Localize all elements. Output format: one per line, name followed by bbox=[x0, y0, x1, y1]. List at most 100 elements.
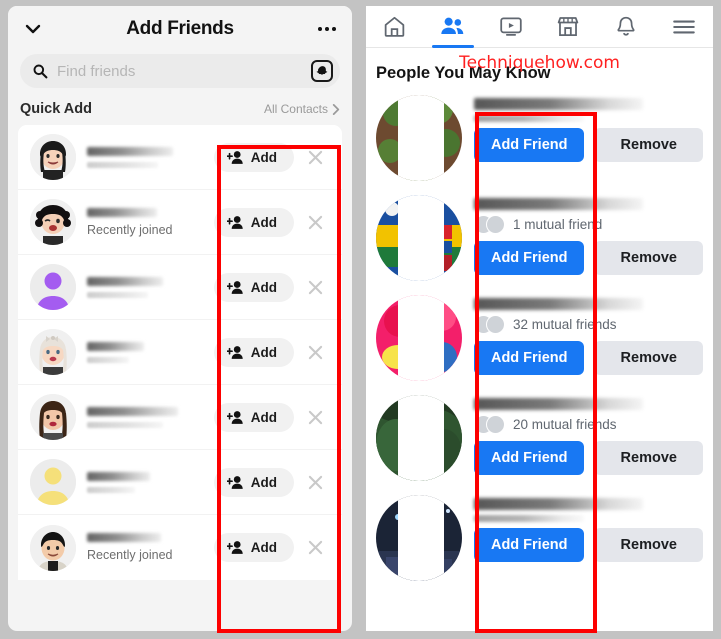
mutual-friends-text: 32 mutual friends bbox=[513, 317, 617, 332]
facebook-navbar bbox=[366, 6, 713, 48]
close-icon[interactable] bbox=[298, 465, 332, 499]
row-subnote: Recently joined bbox=[87, 548, 173, 562]
person-suggestion-card: Add Friend Remove bbox=[366, 89, 713, 189]
quick-add-label: Quick Add bbox=[20, 101, 92, 117]
profile-photo[interactable] bbox=[376, 395, 462, 481]
all-contacts-link[interactable]: All Contacts bbox=[264, 102, 340, 116]
redacted-person-name bbox=[474, 298, 644, 310]
row-meta bbox=[76, 406, 214, 428]
card-actions: Add Friend Remove bbox=[474, 241, 703, 275]
nav-home[interactable] bbox=[366, 6, 424, 47]
close-icon[interactable] bbox=[298, 270, 332, 304]
profile-photo[interactable] bbox=[376, 495, 462, 581]
close-icon[interactable] bbox=[298, 400, 332, 434]
avatar bbox=[30, 329, 76, 375]
snapchat-screen: Add Friends Find friends Quick Add All C… bbox=[8, 6, 352, 631]
add-friend-button[interactable]: Add Friend bbox=[474, 128, 585, 162]
quick-add-row[interactable]: Add bbox=[18, 320, 342, 385]
row-meta bbox=[76, 341, 214, 363]
remove-button[interactable]: Remove bbox=[594, 441, 703, 475]
add-button[interactable]: Add bbox=[213, 207, 294, 237]
facebook-screen: Techniquehow.com People You May Know Add… bbox=[366, 6, 713, 631]
add-person-icon bbox=[226, 541, 243, 554]
card-actions: Add Friend Remove bbox=[474, 341, 703, 375]
profile-photo[interactable] bbox=[376, 295, 462, 381]
home-icon bbox=[385, 16, 405, 37]
add-friend-button[interactable]: Add Friend bbox=[474, 441, 585, 475]
quick-add-row[interactable]: Add bbox=[18, 450, 342, 515]
all-contacts-label: All Contacts bbox=[263, 102, 328, 116]
person-suggestion-card: 1 mutual friend Add Friend Remove bbox=[366, 189, 713, 289]
chevron-down-icon[interactable] bbox=[22, 18, 44, 40]
page-title: Add Friends bbox=[126, 18, 234, 39]
redaction-mask bbox=[398, 295, 444, 381]
quick-add-section-header: Quick Add All Contacts bbox=[8, 88, 352, 125]
more-options-icon[interactable] bbox=[316, 21, 338, 37]
remove-button[interactable]: Remove bbox=[594, 128, 703, 162]
mutual-friends: 32 mutual friends bbox=[474, 315, 703, 334]
redaction-mask bbox=[398, 395, 444, 481]
add-button-label: Add bbox=[250, 474, 277, 490]
card-body: Add Friend Remove bbox=[462, 95, 703, 162]
redaction-mask bbox=[398, 195, 444, 281]
close-icon[interactable] bbox=[298, 335, 332, 369]
add-person-icon bbox=[226, 345, 243, 359]
avatar bbox=[30, 394, 76, 440]
close-icon[interactable] bbox=[298, 205, 332, 239]
add-button[interactable]: Add bbox=[213, 533, 294, 562]
avatar bbox=[30, 199, 76, 245]
add-button[interactable]: Add bbox=[213, 272, 294, 302]
quick-add-row[interactable]: Recently joined Add bbox=[18, 515, 342, 580]
redaction-mask bbox=[398, 95, 444, 181]
search-placeholder: Find friends bbox=[57, 62, 136, 80]
row-meta: Recently joined bbox=[76, 207, 214, 237]
notifications-bell-icon bbox=[617, 16, 635, 36]
profile-photo[interactable] bbox=[376, 195, 462, 281]
chevron-right-icon bbox=[332, 103, 340, 115]
redacted-display-name bbox=[87, 341, 145, 351]
profile-photo[interactable] bbox=[376, 95, 462, 181]
remove-button[interactable]: Remove bbox=[594, 341, 703, 375]
nav-friends[interactable] bbox=[424, 6, 482, 48]
add-friend-button[interactable]: Add Friend bbox=[474, 341, 585, 375]
quick-add-row[interactable]: Recently joined Add bbox=[18, 190, 342, 255]
add-button-label: Add bbox=[250, 279, 277, 295]
nav-menu[interactable] bbox=[655, 6, 713, 47]
add-button[interactable]: Add bbox=[213, 142, 294, 172]
add-button[interactable]: Add bbox=[213, 402, 294, 432]
add-button-label: Add bbox=[250, 149, 277, 165]
add-friend-button[interactable]: Add Friend bbox=[474, 528, 585, 562]
redacted-person-name bbox=[474, 498, 644, 510]
search-input[interactable]: Find friends bbox=[20, 54, 340, 88]
quick-add-list: Add Recently joined Add Add Add Add Add Recentl… bbox=[18, 125, 342, 580]
snapchat-ghost-icon[interactable] bbox=[311, 60, 333, 82]
friends-icon bbox=[441, 17, 464, 35]
add-friend-button[interactable]: Add Friend bbox=[474, 241, 585, 275]
snapchat-header: Add Friends bbox=[8, 6, 352, 52]
redacted-username bbox=[87, 291, 148, 298]
redaction-mask bbox=[398, 495, 444, 581]
person-suggestion-card: 32 mutual friends Add Friend Remove bbox=[366, 289, 713, 389]
watch-icon bbox=[499, 17, 522, 36]
add-button[interactable]: Add bbox=[213, 467, 294, 497]
quick-add-row[interactable]: Add bbox=[18, 125, 342, 190]
nav-notifications[interactable] bbox=[597, 6, 655, 47]
remove-button[interactable]: Remove bbox=[594, 241, 703, 275]
redacted-username bbox=[87, 421, 164, 428]
nav-watch[interactable] bbox=[482, 6, 540, 47]
quick-add-row[interactable]: Add bbox=[18, 255, 342, 320]
mutual-friend-avatars bbox=[474, 215, 505, 234]
mutual-friends-text: 20 mutual friends bbox=[513, 417, 617, 432]
screenshot-stage: Add Friends Find friends Quick Add All C… bbox=[0, 0, 721, 639]
add-button[interactable]: Add bbox=[213, 337, 294, 367]
search-icon bbox=[33, 64, 48, 79]
nav-marketplace[interactable] bbox=[539, 6, 597, 47]
person-suggestion-card: Add Friend Remove bbox=[366, 489, 713, 589]
mutual-friends-text: 1 mutual friend bbox=[513, 217, 603, 232]
close-icon[interactable] bbox=[298, 140, 332, 174]
row-meta bbox=[76, 471, 214, 493]
remove-button[interactable]: Remove bbox=[594, 528, 703, 562]
quick-add-row[interactable]: Add bbox=[18, 385, 342, 450]
redacted-display-name bbox=[87, 471, 151, 481]
close-icon[interactable] bbox=[298, 531, 332, 565]
